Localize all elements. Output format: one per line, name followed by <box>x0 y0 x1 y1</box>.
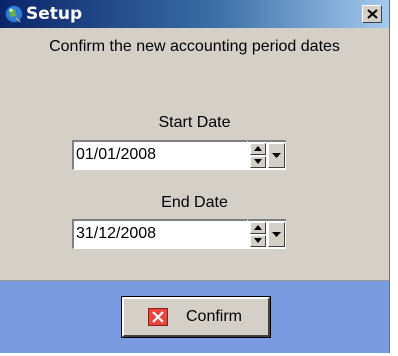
start-date-spinner <box>248 140 286 170</box>
confirm-button[interactable]: Confirm <box>121 296 271 338</box>
start-date-decrement-button[interactable] <box>250 156 266 168</box>
setup-dialog: Setup Confirm the new accounting period … <box>0 0 390 353</box>
arrow-down-icon <box>254 238 262 243</box>
end-date-label: End Date <box>161 194 228 211</box>
confirm-button-label: Confirm <box>186 308 243 325</box>
arrow-down-icon <box>254 159 262 164</box>
end-date-dropdown-button[interactable] <box>268 222 285 247</box>
arrow-up-icon <box>254 225 262 230</box>
window-title: Setup <box>26 4 83 24</box>
red-x-icon <box>148 308 168 326</box>
start-date-picker: 01/01/2008 <box>72 140 310 170</box>
chevron-down-icon <box>272 232 281 237</box>
end-date-spinner <box>248 219 286 249</box>
start-date-label: Start Date <box>158 114 231 131</box>
chevron-down-icon <box>272 153 281 158</box>
end-date-increment-button[interactable] <box>250 222 266 234</box>
arrow-up-icon <box>254 146 262 151</box>
close-button[interactable] <box>362 5 382 23</box>
end-date-decrement-button[interactable] <box>250 235 266 247</box>
start-date-dropdown-button[interactable] <box>268 143 285 168</box>
start-date-input[interactable]: 01/01/2008 <box>72 140 248 170</box>
end-date-picker: 31/12/2008 <box>72 219 310 249</box>
title-bar[interactable]: Setup <box>0 0 389 28</box>
close-icon <box>367 9 378 19</box>
start-date-increment-button[interactable] <box>250 143 266 155</box>
end-date-input[interactable]: 31/12/2008 <box>72 219 248 249</box>
app-globe-icon <box>4 4 24 24</box>
instruction-text: Confirm the new accounting period dates <box>49 38 340 55</box>
